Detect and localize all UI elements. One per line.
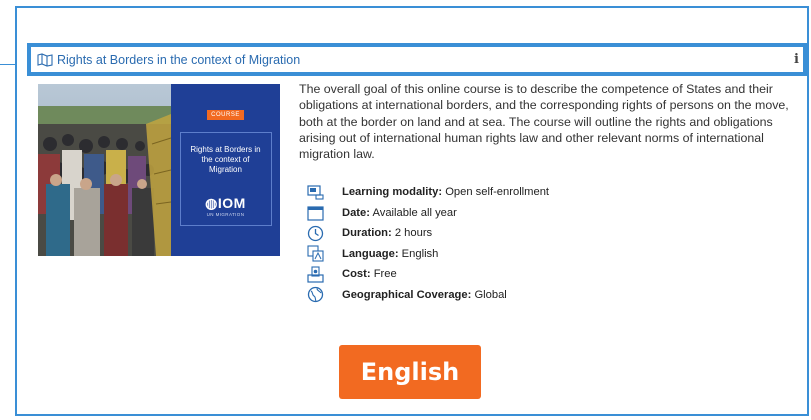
cover-title: Rights at Borders in the context of Migr… <box>190 145 261 174</box>
detail-value: Available all year <box>372 206 457 219</box>
cover-badge: COURSE <box>207 110 244 120</box>
detail-value: 2 hours <box>394 227 433 240</box>
detail-geographical-coverage: Geographical Coverage: Global <box>306 285 549 306</box>
course-title-bar: Rights at Borders in the context of Migr… <box>27 43 807 76</box>
cost-icon <box>306 265 324 283</box>
iom-logo-subtitle: UN MIGRATION <box>206 212 245 217</box>
iom-logo-text: IOM <box>217 195 246 211</box>
detail-language: Language: English <box>306 244 549 265</box>
detail-value: English <box>401 247 439 260</box>
globe-icon <box>306 286 324 304</box>
detail-learning-modality: Learning modality: Open self-enrollment <box>306 182 549 203</box>
map-icon <box>37 52 53 67</box>
detail-cost: Cost: Free <box>306 264 549 285</box>
calendar-icon <box>306 204 324 222</box>
crowd-photo <box>38 84 171 256</box>
iom-emblem-icon: ◍ <box>205 195 218 211</box>
detail-duration: Duration: 2 hours <box>306 223 549 244</box>
course-details: Learning modality: Open self-enrollment … <box>306 182 549 305</box>
learning-modality-icon <box>306 183 324 201</box>
course-description: The overall goal of this online course i… <box>299 82 789 162</box>
course-image: COURSE Rights at Borders in the context … <box>38 84 280 256</box>
detail-date: Date: Available all year <box>306 203 549 224</box>
detail-label: Geographical Coverage: <box>342 288 472 301</box>
course-cover: COURSE Rights at Borders in the context … <box>171 84 280 256</box>
course-title-link[interactable]: Rights at Borders in the context of Migr… <box>57 53 300 67</box>
iom-logo: ◍IOM <box>205 195 246 212</box>
detail-value: Global <box>474 288 507 301</box>
detail-label: Language: <box>342 247 399 260</box>
clock-icon <box>306 224 324 242</box>
detail-value: Open self-enrollment <box>445 186 550 199</box>
cover-frame: Rights at Borders in the context of Migr… <box>179 132 272 226</box>
detail-value: Free <box>373 268 397 281</box>
info-icon[interactable]: i <box>794 52 799 67</box>
detail-label: Date: <box>342 206 370 219</box>
language-icon <box>306 245 324 263</box>
detail-label: Learning modality: <box>342 186 443 199</box>
english-language-button[interactable]: English <box>339 345 481 399</box>
detail-label: Duration: <box>342 227 392 240</box>
detail-label: Cost: <box>342 268 371 281</box>
